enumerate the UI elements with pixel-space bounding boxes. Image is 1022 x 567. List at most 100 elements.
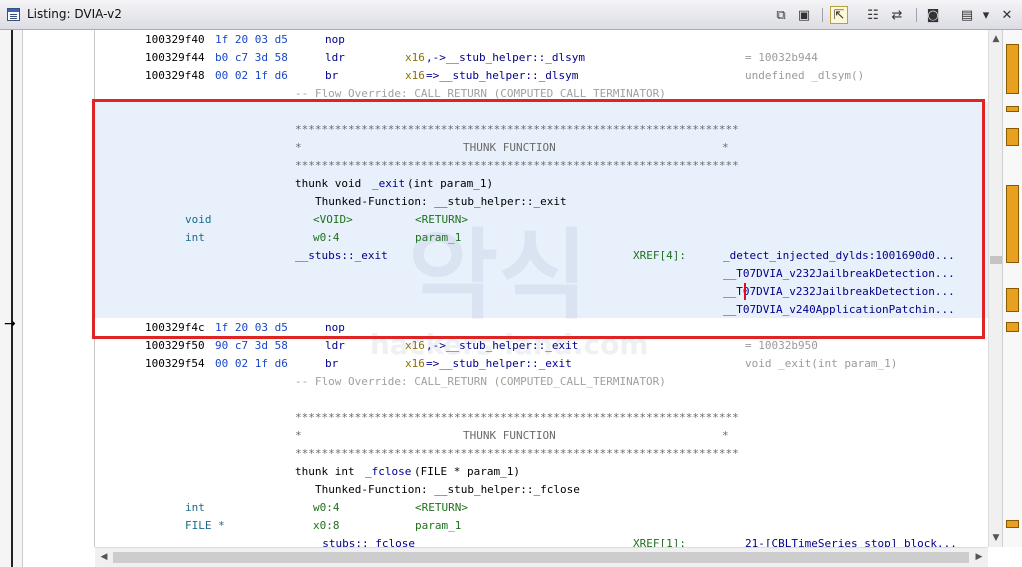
listing-cell[interactable]: __T07DVIA_v232JailbreakDetection... — [723, 283, 955, 301]
listing-row[interactable]: FILE * x0:8 param_1 — [95, 517, 988, 535]
listing-row[interactable]: thunk void _exit (int param_1) — [95, 175, 988, 193]
overview-marker[interactable] — [1006, 128, 1019, 146]
chevron-down-icon: ▾ — [982, 7, 990, 23]
listing-row[interactable]: ****************************************… — [95, 157, 988, 175]
listing-cell: ldr — [325, 51, 345, 64]
listing-row[interactable]: __T07DVIA_v232JailbreakDetection... — [95, 283, 988, 301]
listing-cell[interactable]: __stubs::_fclose — [309, 535, 415, 547]
listing-cell[interactable]: _fclose — [365, 463, 411, 481]
scroll-up-icon[interactable]: ▲ — [990, 33, 1002, 45]
listing-cell: 100329f50 — [145, 339, 205, 352]
close-icon: ✕ — [1001, 7, 1013, 23]
listing-cell: 00 02 1f d6 — [215, 69, 288, 82]
listing-cell[interactable]: =>__stub_helper::_dlsym — [426, 67, 578, 85]
listing-row[interactable]: ****************************************… — [95, 121, 988, 139]
listing-row[interactable]: 100329f48 00 02 1f d6 br x16 =>__stub_helper… — [95, 67, 988, 85]
listing-cell: x16 — [405, 69, 425, 82]
listing-cell: FILE * — [185, 519, 225, 532]
listing-cell: int — [185, 501, 205, 514]
scroll-down-icon[interactable]: ▼ — [990, 532, 1002, 544]
horizontal-scroll-thumb[interactable] — [113, 552, 969, 563]
flow-arrow-gutter: → — [0, 30, 23, 567]
scroll-left-icon[interactable]: ◀ — [98, 551, 110, 563]
listing-cell[interactable]: __T07DVIA_v240ApplicationPatchin... — [723, 301, 955, 319]
listing-cell: b0 c7 3d 58 — [215, 51, 288, 64]
listing-cell[interactable]: ,->__stub_helper::_dlsym — [426, 49, 585, 67]
diff-icon: ⇄ — [891, 7, 903, 23]
listing-row[interactable]: int w0:4 param_1 — [95, 229, 988, 247]
flow-arrow-icon: → — [4, 316, 16, 332]
select-cursor-button[interactable]: ⇱ — [830, 6, 848, 24]
listing-row[interactable]: __stubs::_fclose XREF[1]: 21-[CBLTimeSerie… — [95, 535, 988, 547]
listing-cell: -- Flow Override: CALL_RETURN (COMPUTED_… — [295, 375, 666, 388]
listing-cell[interactable]: _exit — [372, 175, 405, 193]
listing-row[interactable]: thunk int _fclose (FILE * param_1) — [95, 463, 988, 481]
listing-row[interactable]: 100329f4c 1f 20 03 d5 nop — [95, 319, 988, 337]
toolbar-separator — [822, 8, 823, 22]
paste-button[interactable]: ▣ — [795, 6, 813, 24]
listing-row[interactable]: Thunked-Function: __stub_helper::_fclose — [95, 481, 988, 499]
vertical-scrollbar[interactable]: ▲ ▼ — [988, 30, 1002, 547]
listing-cell: -- Flow Override: CALL_RETURN (COMPUTED_… — [295, 87, 666, 100]
listing-cell: 00 02 1f d6 — [215, 357, 288, 370]
listing-cell: nop — [325, 321, 345, 334]
scroll-right-icon[interactable]: ▶ — [973, 551, 985, 563]
listing-row[interactable]: 100329f40 1f 20 03 d5 nop — [95, 31, 988, 49]
listing-row[interactable]: -- Flow Override: CALL_RETURN (COMPUTED_… — [95, 373, 988, 391]
listing-cell: <VOID> — [313, 213, 353, 226]
listing-cell: nop — [325, 33, 345, 46]
listing-cell: (FILE * param_1) — [414, 465, 520, 478]
listing-cell: * — [295, 141, 302, 154]
listing-cell[interactable]: ,->__stub_helper::_exit — [426, 337, 578, 355]
listing-row[interactable]: __stubs::_exit XREF[4]: _detect_injected_d… — [95, 247, 988, 265]
listing-row[interactable]: Thunked-Function: __stub_helper::_exit — [95, 193, 988, 211]
overview-marker[interactable] — [1006, 288, 1019, 312]
listing-cell: Thunked-Function: __stub_helper::_fclose — [315, 483, 580, 496]
listing-row[interactable]: int w0:4 <RETURN> — [95, 499, 988, 517]
listing-row[interactable]: * THUNK FUNCTION * — [95, 427, 988, 445]
horizontal-scrollbar[interactable]: ◀ ▶ — [95, 547, 988, 567]
listing-row[interactable]: ****************************************… — [95, 445, 988, 463]
listing-cell: x16 — [405, 339, 425, 352]
listing-cell: void _exit(int param_1) — [745, 357, 898, 370]
snapshot-button[interactable]: ◙ — [924, 6, 942, 24]
listing-row[interactable]: void <VOID> <RETURN> — [95, 211, 988, 229]
camera-icon: ◙ — [926, 7, 940, 23]
listing-cell[interactable]: __stubs::_exit — [295, 247, 388, 265]
listing-cell: ****************************************… — [295, 447, 739, 460]
listing-row[interactable]: 100329f54 00 02 1f d6 br x16 =>__stub_helper… — [95, 355, 988, 373]
listing-cell[interactable]: =>__stub_helper::_exit — [426, 355, 572, 373]
overview-marker[interactable] — [1006, 106, 1019, 112]
listing-row[interactable]: 100329f50 90 c7 3d 58 ldr x16 ,->__stub_help… — [95, 337, 988, 355]
field-layout-button[interactable]: ☷ — [864, 6, 882, 24]
close-button[interactable]: ✕ — [998, 6, 1016, 24]
listing-row[interactable]: * THUNK FUNCTION * — [95, 139, 988, 157]
listing-row[interactable]: -- Flow Override: CALL_RETURN (COMPUTED_… — [95, 85, 988, 103]
menu-button[interactable]: ▾ — [980, 6, 992, 24]
overview-marker[interactable] — [1006, 185, 1019, 263]
options-button[interactable]: ▤ — [958, 6, 976, 24]
listing-cell: THUNK FUNCTION — [463, 429, 556, 442]
diff-view-button[interactable]: ⇄ — [888, 6, 906, 24]
listing-cell[interactable]: _detect_injected_dylds:1001690d0... — [723, 247, 955, 265]
code-listing[interactable]: 100329f40 1f 20 03 d5 nop 100329f44 b0 c7 3d… — [95, 30, 988, 547]
listing-cell[interactable]: __T07DVIA_v232JailbreakDetection... — [723, 265, 955, 283]
overview-bar[interactable] — [1002, 30, 1022, 547]
scroll-thumb[interactable] — [990, 256, 1002, 264]
listing-cell: <RETURN> — [415, 213, 468, 226]
listing-cell[interactable]: 21-[CBLTimeSeries stop] block... — [745, 535, 957, 547]
listing-cell: ****************************************… — [295, 411, 739, 424]
listing-row[interactable]: __T07DVIA_v240ApplicationPatchin... — [95, 301, 988, 319]
copy-button[interactable]: ⧉ — [772, 6, 790, 24]
listing-cell: w0:4 — [313, 501, 340, 514]
listing-row[interactable]: 100329f44 b0 c7 3d 58 ldr x16 ,->__stub_help… — [95, 49, 988, 67]
listing-row[interactable]: ****************************************… — [95, 409, 988, 427]
listing-cell: 100329f54 — [145, 357, 205, 370]
overview-marker[interactable] — [1006, 520, 1019, 528]
listing-row[interactable]: __T07DVIA_v232JailbreakDetection... — [95, 265, 988, 283]
listing-cell: * — [722, 429, 729, 442]
listing-cell: (int param_1) — [407, 177, 494, 190]
overview-marker[interactable] — [1006, 322, 1019, 332]
listing-cell: 1f 20 03 d5 — [215, 33, 288, 46]
overview-marker[interactable] — [1006, 44, 1019, 94]
